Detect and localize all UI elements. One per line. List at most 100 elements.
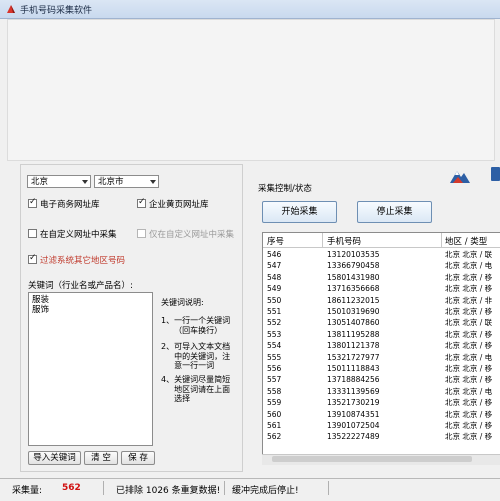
filter-other-checkbox[interactable]: [28, 253, 37, 264]
table-row[interactable]: 558 13331139569 北京 北京 / 电: [263, 386, 500, 397]
help-item: 2、 可导入文本文档 中的关键词，注 意一行一词: [161, 342, 231, 370]
table-row[interactable]: 556 15011118843 北京 北京 / 移: [263, 363, 500, 374]
city-select[interactable]: 北京市: [94, 175, 159, 188]
cell-phone: 13901072504: [327, 421, 380, 430]
cell-region: 北京 北京 / 移: [445, 272, 493, 282]
cell-phone: 13331139569: [327, 386, 380, 396]
keywords-label: 关键词（行业名或产品名）:: [28, 281, 133, 291]
table-row[interactable]: 557 13718884256 北京 北京 / 移: [263, 374, 500, 385]
cell-no: 557: [267, 375, 282, 385]
chevron-down-icon: [150, 180, 156, 184]
column-header-no[interactable]: 序号: [267, 235, 284, 247]
cell-region: 北京 北京 / 电: [445, 352, 493, 362]
table-row[interactable]: 549 13716356668 北京 北京 / 移: [263, 283, 500, 294]
cell-region: 北京 北京 / 移: [445, 409, 493, 419]
keyword-line: 服装: [32, 295, 50, 305]
save-button[interactable]: 保 存: [121, 451, 155, 465]
column-divider: [441, 233, 442, 247]
filter-other-label: 过滤系统其它地区号码: [40, 256, 126, 266]
cell-phone: 13366790458: [327, 261, 380, 271]
cell-region: 北京 北京 / 联: [445, 250, 493, 259]
cell-phone: 15801431980: [327, 272, 380, 282]
table-row[interactable]: 546 13120103535 北京 北京 / 联: [263, 249, 500, 260]
cell-no: 559: [267, 398, 282, 408]
cell-no: 554: [267, 341, 282, 351]
upper-content-area: [7, 19, 495, 161]
cell-no: 551: [267, 307, 282, 316]
cell-phone: 15010319690: [327, 307, 380, 316]
cell-phone: 13910874351: [327, 409, 380, 419]
table-row[interactable]: 553 13811195288 北京 北京 / 移: [263, 329, 500, 340]
results-table[interactable]: 序号 手机号码 地区 / 类型 546 13120103535 北京 北京 / 联5…: [262, 232, 500, 464]
status-separator: [328, 481, 329, 495]
cell-phone: 13811195288: [327, 329, 380, 339]
table-row[interactable]: 550 18611232015 北京 北京 / 非: [263, 295, 500, 306]
cell-phone: 13051407860: [327, 318, 380, 328]
cell-no: 558: [267, 386, 282, 396]
table-header: 序号 手机号码 地区 / 类型: [263, 233, 500, 248]
cell-region: 北京 北京 / 非: [445, 295, 493, 305]
dedupe-status: 已排除 1026 条重复数据!: [116, 486, 221, 496]
scrollbar-thumb[interactable]: [272, 456, 472, 462]
column-header-region[interactable]: 地区 / 类型: [445, 235, 487, 247]
count-value: 562: [62, 483, 81, 493]
table-row[interactable]: 552 13051407860 北京 北京 / 联: [263, 317, 500, 328]
cell-region: 北京 北京 / 联: [445, 318, 493, 328]
cell-phone: 13522227489: [327, 432, 380, 442]
cell-phone: 13120103535: [327, 250, 380, 259]
table-row[interactable]: 551 15010319690 北京 北京 / 移: [263, 306, 500, 317]
cell-region: 北京 北京 / 电: [445, 261, 493, 271]
run-state-status: 缓冲完成后停止!: [232, 486, 299, 496]
cell-phone: 13716356668: [327, 284, 380, 294]
ecommerce-checkbox[interactable]: [28, 197, 37, 208]
table-row[interactable]: 562 13522227489 北京 北京 / 移: [263, 431, 500, 442]
province-select[interactable]: 北京: [27, 175, 91, 188]
cell-no: 561: [267, 421, 282, 430]
yellowpages-checkbox[interactable]: [137, 197, 146, 208]
clear-button[interactable]: 清 空: [84, 451, 118, 465]
cell-region: 北京 北京 / 电: [445, 386, 493, 396]
table-row[interactable]: 560 13910874351 北京 北京 / 移: [263, 409, 500, 420]
custom-url-label: 在自定义网址中采集: [40, 230, 117, 240]
cell-no: 549: [267, 284, 282, 294]
count-label: 采集量:: [12, 486, 43, 496]
mountain-icon[interactable]: [449, 165, 471, 185]
cell-phone: 18611232015: [327, 295, 380, 305]
app-icon: [7, 5, 15, 13]
table-row[interactable]: 559 13521730219 北京 北京 / 移: [263, 397, 500, 408]
help-item: 1、 一行一个关键词 （回车换行）: [161, 316, 231, 335]
ecommerce-label: 电子商务网址库: [40, 200, 100, 210]
cell-region: 北京 北京 / 移: [445, 284, 493, 294]
cell-no: 552: [267, 318, 282, 328]
cell-phone: 15011118843: [327, 364, 380, 373]
start-collect-button[interactable]: 开始采集: [262, 201, 337, 223]
cell-phone: 15321727977: [327, 352, 380, 362]
keyword-line: 服饰: [32, 305, 50, 315]
cell-phone: 13718884256: [327, 375, 380, 385]
status-separator: [103, 481, 104, 495]
cell-region: 北京 北京 / 移: [445, 364, 493, 373]
control-section-title: 采集控制/状态: [258, 184, 312, 194]
cell-region: 北京 北京 / 移: [445, 375, 493, 385]
help-title: 关键词说明:: [161, 298, 204, 307]
cell-region: 北京 北京 / 移: [445, 398, 493, 408]
custom-url-checkbox[interactable]: [28, 229, 37, 238]
cell-no: 548: [267, 272, 282, 282]
custom-only-checkbox[interactable]: [137, 229, 146, 238]
cell-phone: 13801121378: [327, 341, 380, 351]
table-row[interactable]: 547 13366790458 北京 北京 / 电: [263, 260, 500, 271]
status-separator: [224, 481, 225, 495]
table-row[interactable]: 555 15321727977 北京 北京 / 电: [263, 352, 500, 363]
column-header-phone[interactable]: 手机号码: [327, 235, 361, 247]
partial-icon[interactable]: [491, 167, 500, 181]
import-keywords-button[interactable]: 导入关键词: [28, 451, 81, 465]
column-divider: [322, 233, 323, 247]
cell-no: 560: [267, 409, 282, 419]
custom-only-label: 仅在自定义网址中采集: [149, 230, 235, 240]
cell-no: 547: [267, 261, 282, 271]
stop-collect-button[interactable]: 停止采集: [357, 201, 432, 223]
keywords-textarea[interactable]: 服装 服饰: [28, 292, 153, 446]
table-row[interactable]: 554 13801121378 北京 北京 / 移: [263, 340, 500, 351]
table-row[interactable]: 548 15801431980 北京 北京 / 移: [263, 272, 500, 283]
table-row[interactable]: 561 13901072504 北京 北京 / 移: [263, 420, 500, 431]
